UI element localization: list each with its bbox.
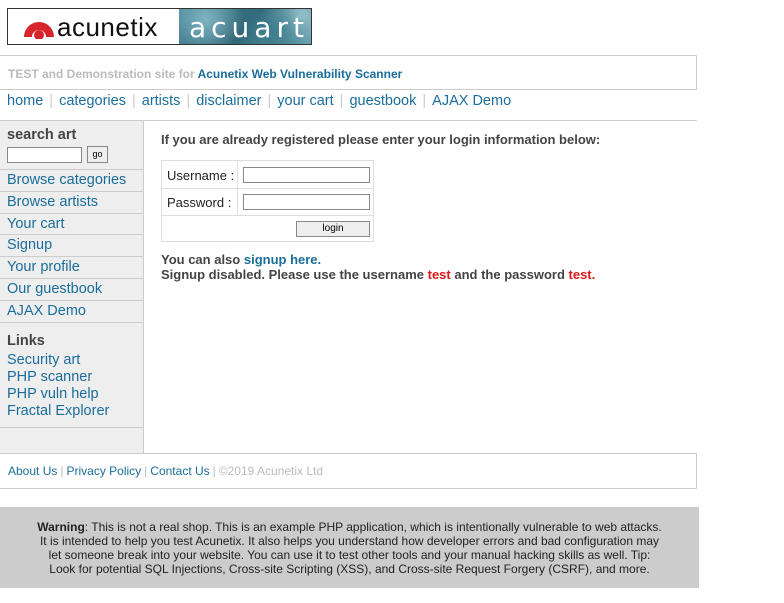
- search-input[interactable]: [7, 147, 82, 163]
- warning-line: Warning: This is not a real shop. This i…: [0, 520, 699, 534]
- demo-username: test: [427, 267, 451, 282]
- divider: [162, 188, 373, 189]
- nav-home[interactable]: home: [7, 93, 43, 109]
- nav-artists[interactable]: artists: [142, 93, 181, 109]
- nav-separator: |: [186, 93, 191, 109]
- warning-line-text: : This is not a real shop. This is an ex…: [84, 520, 662, 534]
- nav-separator: |: [49, 93, 54, 109]
- sidebar-item-browse-categories[interactable]: Browse categories: [0, 169, 143, 190]
- password-field[interactable]: [243, 194, 370, 210]
- nav-ajax-demo[interactable]: AJAX Demo: [432, 93, 511, 109]
- notice-text: Signup disabled. Please use the username: [161, 267, 424, 282]
- footer-separator: |: [144, 464, 148, 478]
- nav-separator: |: [422, 93, 427, 109]
- divider: [162, 215, 373, 216]
- login-button[interactable]: login: [296, 221, 370, 237]
- sidebar-item-your-cart[interactable]: Your cart: [0, 213, 143, 234]
- warning-banner: Warning: This is not a real shop. This i…: [0, 507, 699, 588]
- signup-prefix: You can also: [161, 252, 241, 267]
- footer-contact-us[interactable]: Contact Us: [150, 464, 209, 478]
- footer-about-us[interactable]: About Us: [8, 464, 57, 478]
- link-fractal-explorer[interactable]: Fractal Explorer: [7, 403, 109, 419]
- nav-your-cart[interactable]: your cart: [277, 93, 333, 109]
- brand-name: acunetix: [57, 12, 158, 42]
- divider: [0, 427, 143, 428]
- tagline-prefix: TEST and Demonstration site for: [8, 67, 195, 81]
- link-security-art[interactable]: Security art: [7, 352, 80, 368]
- sidebar-item-label: Your cart: [7, 216, 65, 232]
- nav-separator: |: [339, 93, 344, 109]
- footer-separator: |: [212, 464, 216, 478]
- tagline-bar: TEST and Demonstration site for Acunetix…: [0, 55, 697, 90]
- password-label: Password :: [167, 195, 232, 210]
- demo-password: test: [568, 267, 592, 282]
- sidebar-item-label: Browse categories: [7, 172, 127, 188]
- sidebar-item-label: Signup: [7, 237, 53, 253]
- warning-line: It is intended to help you test Acunetix…: [39, 534, 660, 548]
- sidebar-item-your-profile[interactable]: Your profile: [0, 256, 143, 277]
- warning-label: Warning: [37, 520, 85, 534]
- signup-line: You can also signup here.: [161, 252, 321, 267]
- top-navigation: home | categories | artists | disclaimer | your …: [7, 93, 511, 109]
- footer: About Us | Privacy Policy | Contact Us | ©2019…: [0, 453, 697, 489]
- tagline: TEST and Demonstration site for Acunetix…: [8, 67, 402, 81]
- footer-privacy-policy[interactable]: Privacy Policy: [66, 464, 141, 478]
- divider: [0, 322, 143, 323]
- sidebar-item-our-guestbook[interactable]: Our guestbook: [0, 278, 143, 299]
- username-label: Username :: [167, 168, 235, 183]
- login-intro: If you are already registered please ent…: [161, 132, 601, 147]
- footer-separator: |: [60, 464, 64, 478]
- notice-end: .: [591, 267, 596, 282]
- sidebar-item-label: AJAX Demo: [7, 303, 86, 319]
- footer-links: About Us | Privacy Policy | Contact Us | ©2019…: [8, 464, 323, 478]
- login-form: Username : Password : login: [161, 160, 374, 242]
- nav-separator: |: [131, 93, 136, 109]
- sidebar-item-browse-artists[interactable]: Browse artists: [0, 191, 143, 212]
- scanner-link[interactable]: Acunetix Web Vulnerability Scanner: [198, 67, 403, 81]
- sidebar-item-label: Your profile: [7, 259, 80, 275]
- acunetix-logo: acunetix: [8, 9, 179, 44]
- nav-disclaimer[interactable]: disclaimer: [196, 93, 261, 109]
- sidebar: search art go Browse categories Browse a…: [0, 121, 144, 453]
- nav-separator: |: [267, 93, 272, 109]
- site-logo[interactable]: acunetix acuart: [7, 8, 312, 45]
- nav-categories[interactable]: categories: [59, 93, 126, 109]
- sidebar-item-signup[interactable]: Signup: [0, 234, 143, 255]
- search-go-button[interactable]: go: [87, 146, 108, 163]
- link-php-vuln-help[interactable]: PHP vuln help: [7, 386, 99, 402]
- search-title: search art: [7, 127, 77, 143]
- copyright: ©2019 Acunetix Ltd: [218, 464, 324, 478]
- acuart-banner: acuart: [179, 9, 311, 44]
- link-php-scanner[interactable]: PHP scanner: [7, 369, 92, 385]
- acunetix-mark-icon: [24, 22, 54, 39]
- sidebar-item-label: Our guestbook: [7, 281, 103, 297]
- sidebar-item-ajax-demo[interactable]: AJAX Demo: [0, 300, 143, 321]
- links-title: Links: [7, 333, 45, 349]
- username-field[interactable]: [243, 167, 370, 183]
- warning-text: Warning: This is not a real shop. This i…: [0, 520, 699, 576]
- signup-disabled-notice: Signup disabled. Please use the username…: [161, 267, 595, 282]
- sidebar-item-label: Browse artists: [7, 194, 99, 210]
- nav-guestbook[interactable]: guestbook: [349, 93, 416, 109]
- product-name: acuart: [189, 11, 309, 44]
- warning-line: let someone break into your website. You…: [48, 548, 651, 562]
- signup-link[interactable]: signup here.: [244, 252, 321, 267]
- warning-line: Look for potential SQL Injections, Cross…: [49, 562, 650, 576]
- notice-text: and the password: [454, 267, 565, 282]
